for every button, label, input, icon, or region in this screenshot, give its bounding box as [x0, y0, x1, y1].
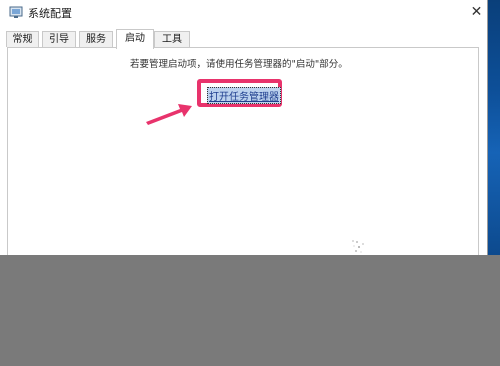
window-title: 系统配置 [28, 7, 72, 20]
tab-services[interactable]: 服务 [79, 31, 113, 47]
close-button[interactable]: ✕ [466, 0, 487, 24]
tab-startup-label: 启动 [125, 33, 145, 44]
arrow-pointer-icon [146, 104, 192, 125]
tab-boot[interactable]: 引导 [42, 31, 76, 47]
system-config-app-icon [9, 6, 23, 18]
tab-startup[interactable]: 启动 [116, 29, 154, 49]
startup-instruction-text: 若要管理启动项，请使用任务管理器的"启动"部分。 [130, 59, 348, 70]
tab-tools-label: 工具 [162, 34, 182, 45]
open-task-manager-link[interactable]: 打开任务管理器 [207, 87, 281, 104]
obscured-region [0, 255, 500, 366]
close-icon: ✕ [470, 4, 483, 20]
tab-services-label: 服务 [86, 34, 106, 45]
desktop-background [487, 0, 500, 255]
titlebar: 系统配置 ✕ [0, 0, 487, 26]
system-config-window: 系统配置 ✕ 常规 引导 服务 启动 工具 若要管理启动项，请使用任务管理器的"… [0, 0, 488, 255]
tab-tools[interactable]: 工具 [154, 31, 190, 47]
tab-general-label: 常规 [12, 34, 33, 45]
image-artifact [352, 240, 364, 253]
tab-boot-label: 引导 [49, 34, 69, 45]
tab-general[interactable]: 常规 [6, 31, 39, 47]
